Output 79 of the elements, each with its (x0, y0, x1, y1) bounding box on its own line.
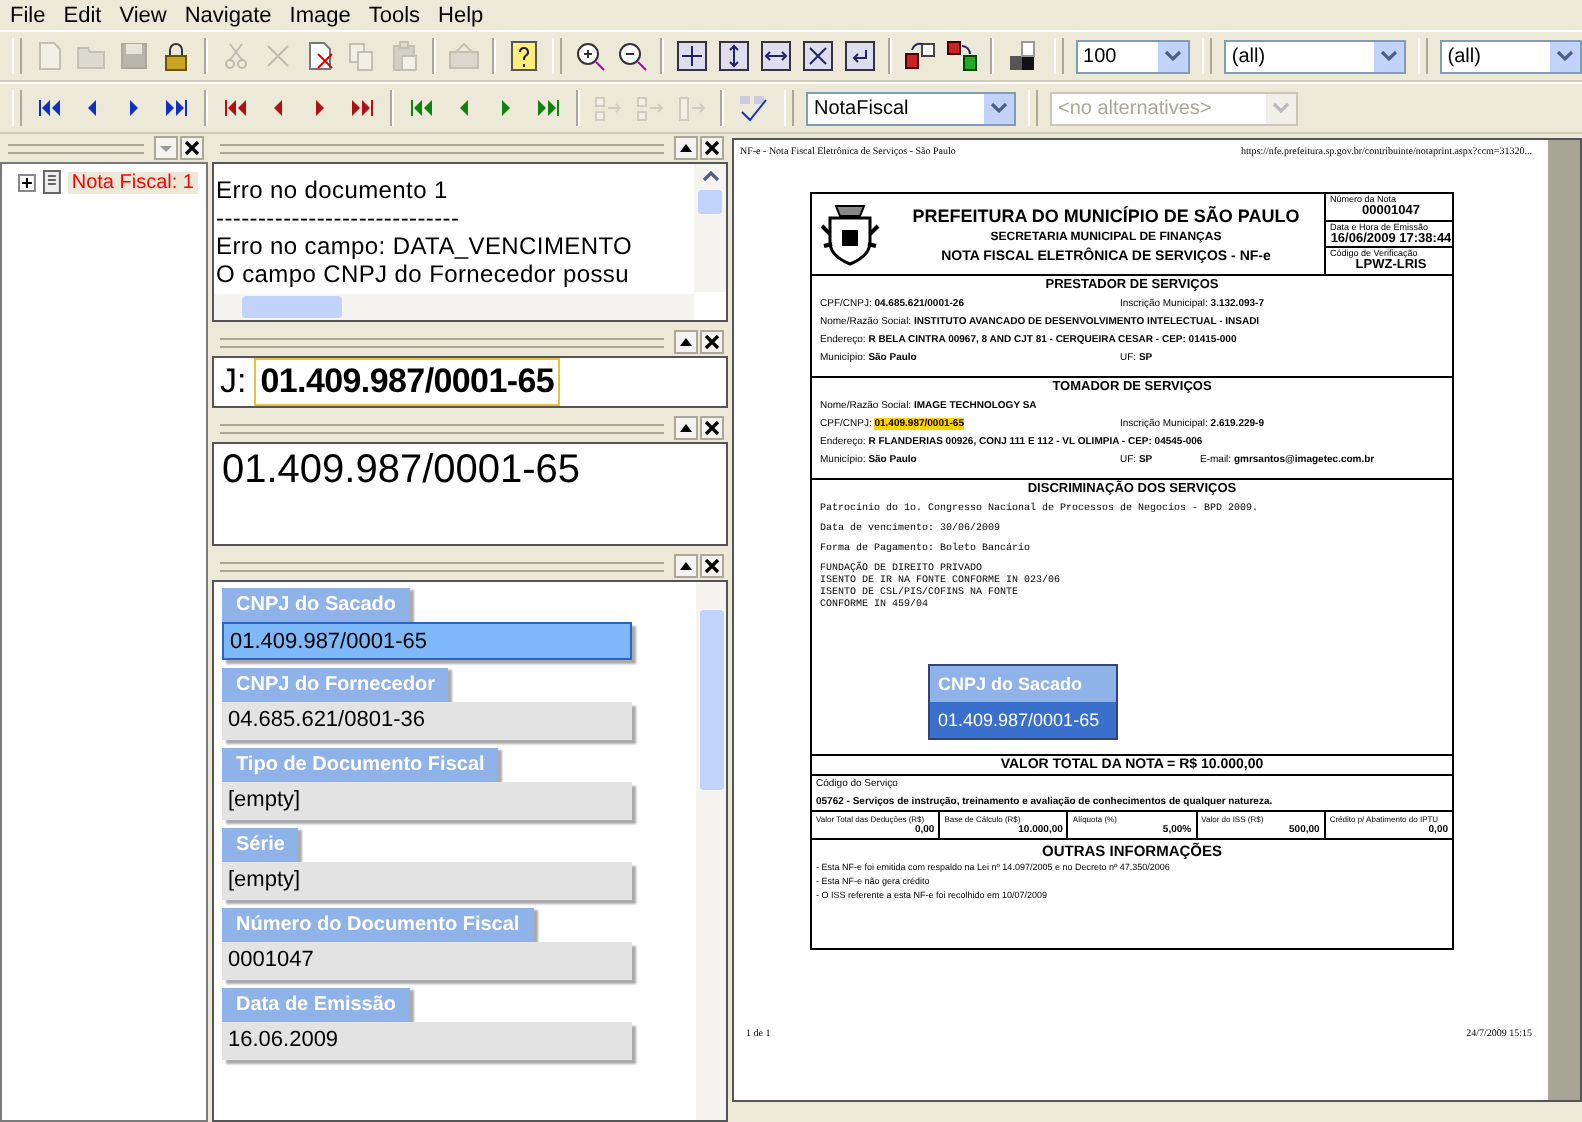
menu-item[interactable]: Tools (368, 3, 421, 27)
collapse-up-icon[interactable] (674, 136, 698, 160)
menu-item[interactable]: Help (438, 3, 484, 27)
field-label: Série (222, 828, 299, 862)
spellcheck-icon (736, 92, 768, 124)
field-label: Tipo de Documento Fiscal (222, 748, 499, 782)
new-page-icon (34, 40, 66, 72)
field-label: CNPJ do Sacado (222, 588, 411, 622)
menu-item[interactable]: View (119, 3, 167, 27)
swap-left-icon (904, 40, 936, 72)
field-value[interactable]: [empty] (222, 862, 632, 900)
expand-icon[interactable] (18, 173, 36, 191)
save-icon (118, 40, 150, 72)
padlock-icon (160, 40, 192, 72)
vertical-scrollbar[interactable] (696, 582, 726, 1120)
collapse-up-icon[interactable] (674, 330, 698, 354)
tooltip-label: CNPJ do Sacado (930, 666, 1116, 702)
scissors-icon (220, 40, 252, 72)
document-title: PREFEITURA DO MUNICÍPIO DE SÃO PAULO (910, 205, 1302, 225)
zoom-dropdown[interactable]: 100 (1075, 39, 1191, 73)
menu-item[interactable]: File (10, 3, 46, 27)
field-value[interactable]: 01.409.987/0001-65 (222, 622, 632, 660)
zoom-in-icon (574, 40, 606, 72)
collapse-up-icon[interactable] (674, 416, 698, 440)
toolbar-button[interactable] (714, 36, 754, 76)
field-value[interactable]: [empty] (222, 782, 632, 820)
toolbar-button[interactable] (840, 36, 880, 76)
fit-width-icon (760, 40, 792, 72)
paste-icon (388, 40, 420, 72)
menu-item[interactable]: Edit (63, 3, 102, 27)
toolbar-button[interactable] (798, 36, 838, 76)
scroll-thumb[interactable] (698, 190, 722, 214)
close-icon[interactable] (180, 136, 204, 160)
snippet-text: J: (218, 362, 249, 402)
folder-arrow-icon (448, 40, 480, 72)
zoom-out-icon (616, 40, 648, 72)
error-message: Erro no campo: DATA_VENCIMENTO (216, 232, 635, 260)
merge-icon (634, 92, 666, 124)
toolbar-button[interactable] (942, 36, 982, 76)
scroll-up-icon[interactable] (701, 170, 719, 182)
field-label: CNPJ do Fornecedor (222, 668, 449, 702)
merge-icon (592, 92, 624, 124)
collapse-up-icon[interactable] (674, 554, 698, 578)
field-value[interactable]: 04.685.621/0801-36 (222, 702, 632, 740)
field-value[interactable]: 0001047 (222, 942, 632, 980)
error-message: ----------------------------- (216, 204, 462, 232)
close-icon[interactable] (700, 416, 724, 440)
coat-of-arms-icon (820, 202, 880, 266)
field-label: Número do Documento Fiscal (222, 908, 534, 942)
vertical-scrollbar[interactable] (694, 164, 726, 292)
close-icon[interactable] (700, 330, 724, 354)
horizontal-scrollbar[interactable] (214, 294, 694, 320)
close-icon (262, 40, 294, 72)
error-message: Erro no documento 1 (216, 176, 450, 204)
field-value[interactable]: 16.06.2009 (222, 1022, 632, 1060)
snippet-text: 01.409.987/0001-65 (254, 358, 561, 406)
menu-item[interactable]: Navigate (184, 3, 272, 27)
recognized-value-field[interactable]: 01.409.987/0001-65 (212, 442, 728, 546)
document-type-dropdown[interactable]: NotaFiscal (806, 91, 1016, 125)
scroll-thumb[interactable] (699, 610, 723, 790)
swap-right-icon (946, 40, 978, 72)
copy-icon (346, 40, 378, 72)
field-label: Data de Emissão (222, 988, 411, 1022)
split-view-icon (1006, 40, 1038, 72)
scroll-thumb[interactable] (242, 296, 342, 318)
delete-page-icon (304, 40, 336, 72)
help-icon (508, 40, 540, 72)
fit-height-icon (718, 40, 750, 72)
toolbar-button[interactable] (756, 36, 796, 76)
menu-item[interactable]: Image (289, 3, 351, 27)
document-icon (41, 170, 62, 194)
split-icon (676, 92, 708, 124)
error-message: O campo CNPJ do Fornecedor possu (216, 260, 631, 288)
filter-dropdown[interactable]: (all) (1439, 39, 1582, 73)
toolbar-button[interactable] (672, 36, 712, 76)
close-icon[interactable] (700, 554, 724, 578)
filter-dropdown[interactable]: (all) (1223, 39, 1407, 73)
tooltip-value: 01.409.987/0001-65 (930, 702, 1116, 738)
close-icon[interactable] (700, 136, 724, 160)
